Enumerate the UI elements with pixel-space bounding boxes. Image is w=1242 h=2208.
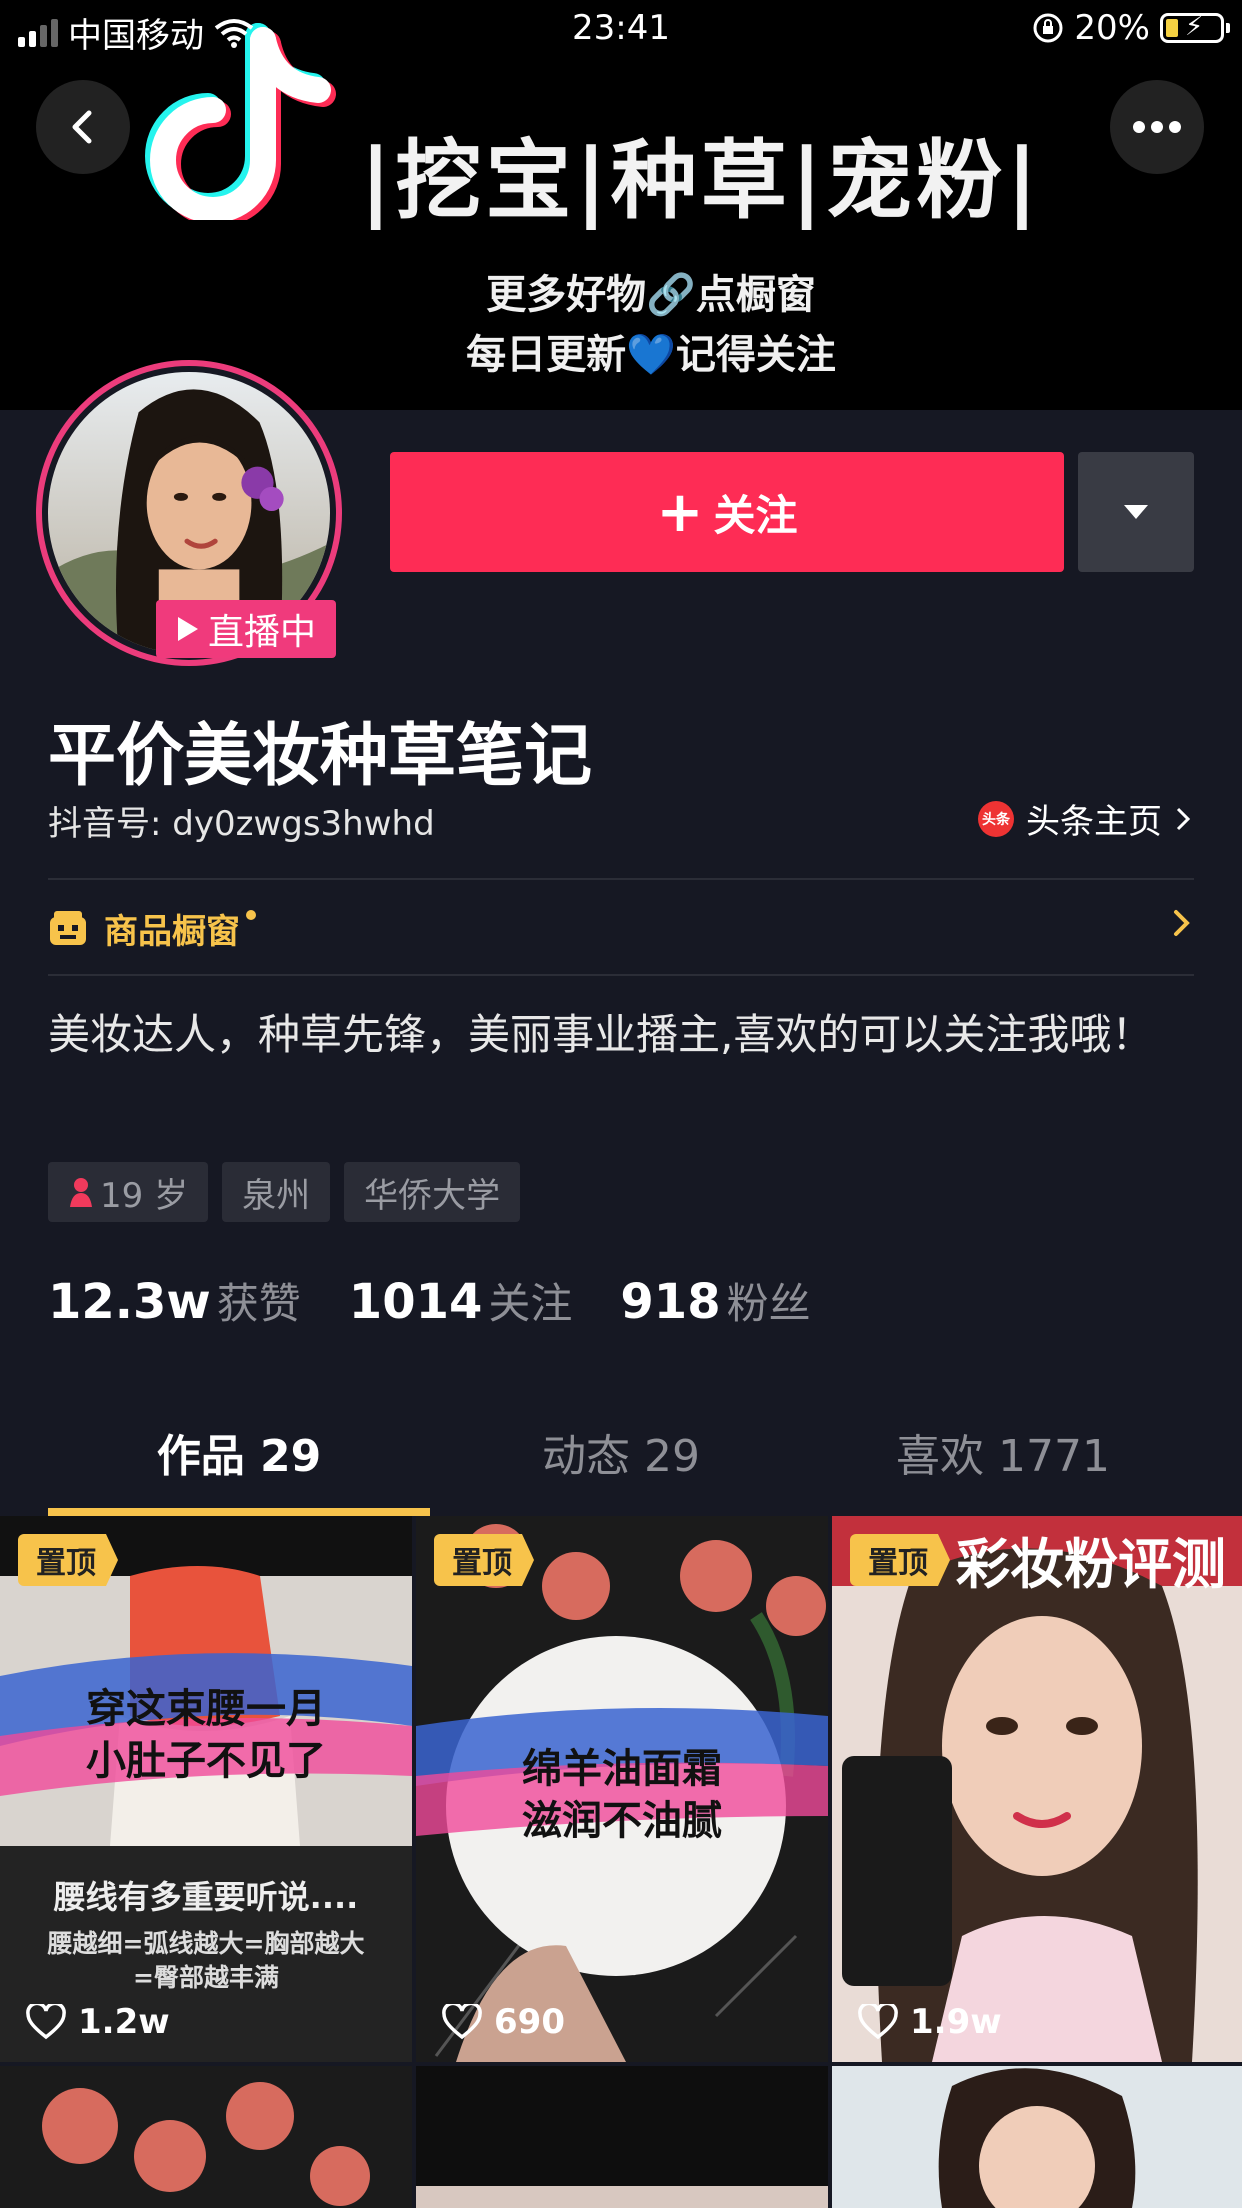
video-thumbnail[interactable] — [0, 2066, 412, 2208]
live-label: 直播中 — [207, 612, 316, 653]
toutiao-label: 头条主页 — [1026, 802, 1162, 842]
toutiao-homepage-link[interactable]: 头条 头条主页 — [978, 794, 1192, 843]
pinned-badge: 置顶 — [434, 1534, 534, 1586]
video-likes: 690 — [442, 2002, 565, 2042]
play-icon — [177, 617, 198, 641]
banner-subtitle-1: 更多好物🔗点橱窗 — [486, 272, 816, 318]
heart-icon — [26, 2004, 66, 2040]
pinned-badge: 置顶 — [850, 1534, 950, 1586]
chevron-right-icon — [1174, 910, 1190, 936]
age-tag: 19 岁 — [48, 1162, 209, 1222]
heart-icon — [442, 2004, 482, 2040]
follow-label: 关注 — [713, 490, 798, 540]
followers-stat[interactable]: 918 粉丝 — [620, 1270, 810, 1331]
plus-icon: + — [656, 479, 704, 545]
notification-dot — [246, 910, 256, 920]
douyin-id: 抖音号: dy0zwgs3hwhd — [48, 804, 435, 844]
profile-nickname: 平价美妆种草笔记 — [48, 717, 593, 796]
video-thumbnail[interactable] — [416, 2066, 828, 2208]
active-tab-indicator — [48, 1508, 430, 1516]
video-thumbnail[interactable] — [832, 2066, 1242, 2208]
caret-down-icon — [1124, 505, 1148, 519]
rotation-lock-icon — [1033, 13, 1063, 43]
video-likes: 1.9w — [858, 2002, 1002, 2042]
live-badge[interactable]: 直播中 — [156, 600, 336, 658]
banner-tags-text: |挖宝|种草|宠粉| — [360, 131, 1042, 231]
status-bar: 中国移动 23:41 20% ⚡ — [0, 0, 1242, 60]
video-cover — [0, 2066, 412, 2208]
tab-likes[interactable]: 喜欢 1771 — [812, 1420, 1194, 1484]
pinned-badge: 置顶 — [18, 1534, 118, 1586]
back-button[interactable] — [36, 80, 130, 174]
tab-works[interactable]: 作品 29 — [48, 1420, 430, 1484]
city-tag: 泉州 — [222, 1162, 331, 1222]
heart-icon — [858, 2004, 898, 2040]
video-thumbnail[interactable]: 穿这束腰一月 小肚子不见了 腰线有多重要听说.... 腰越细=弧线越大=胸部越大… — [0, 1516, 412, 2062]
video-cover — [416, 2066, 828, 2208]
shop-icon — [50, 911, 86, 945]
follow-button[interactable]: + 关注 — [390, 452, 1064, 572]
video-cover — [832, 2066, 1242, 2208]
tab-dynamics[interactable]: 动态 29 — [430, 1420, 812, 1484]
shop-label: 商品橱窗 — [104, 911, 240, 952]
profile-stats: 12.3w 获赞 1014 关注 918 粉丝 — [48, 1270, 811, 1331]
divider — [48, 974, 1194, 976]
school-tag: 华侨大学 — [344, 1162, 521, 1222]
more-dots-icon — [1133, 121, 1181, 133]
profile-tabs: 作品 29 动态 29 喜欢 1771 — [48, 1420, 1194, 1520]
likes-stat: 12.3w 获赞 — [48, 1274, 301, 1330]
chevron-right-icon — [1176, 807, 1191, 830]
battery-icon: ⚡ — [1160, 12, 1230, 43]
video-thumbnail[interactable]: 彩妆粉评测 置顶 1.9w — [832, 1516, 1242, 2062]
video-likes: 1.2w — [26, 2002, 170, 2042]
recommend-dropdown-button[interactable] — [1078, 452, 1194, 572]
following-stat[interactable]: 1014 关注 — [349, 1270, 573, 1331]
product-showcase-row[interactable]: 商品橱窗 — [48, 880, 1194, 976]
video-thumbnail[interactable]: 绵羊油面霜 滋润不油腻 置顶 690 — [416, 1516, 828, 2062]
female-icon — [70, 1178, 92, 1207]
profile-tags: 19 岁 泉州 华侨大学 — [48, 1162, 521, 1222]
chevron-left-icon — [72, 110, 92, 144]
profile-banner: |挖宝|种草|宠粉| 更多好物🔗点橱窗 每日更新💙记得关注 — [0, 0, 1242, 410]
battery-percent: 20% — [1074, 8, 1150, 48]
more-button[interactable] — [1110, 80, 1204, 174]
profile-bio: 美妆达人，种草先锋，美丽事业播主,喜欢的可以关注我哦！ — [48, 1010, 1154, 1059]
toutiao-icon: 头条 — [978, 800, 1014, 837]
